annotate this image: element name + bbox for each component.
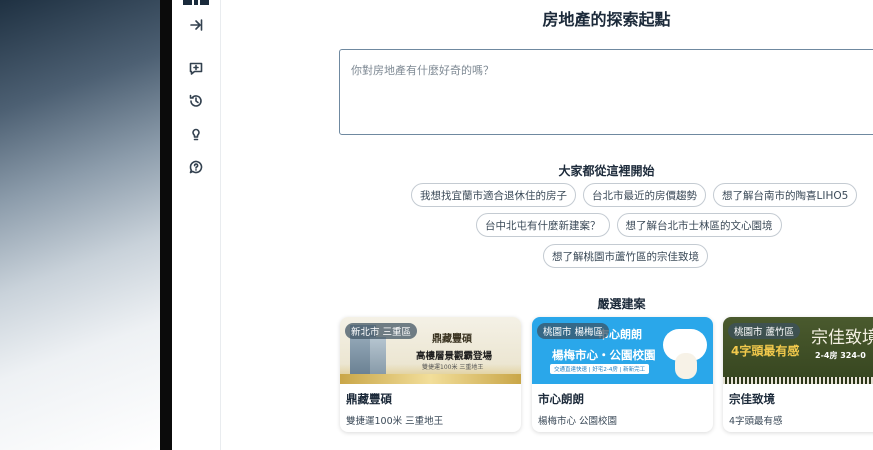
search-input[interactable] xyxy=(339,49,873,135)
location-badge: 新北市 三重區 xyxy=(345,323,418,339)
project-description: 雙捷運100米 三重地王 xyxy=(346,416,444,427)
project-description: 4字頭最有感 xyxy=(729,416,783,427)
expand-sidebar-icon[interactable] xyxy=(185,14,207,36)
project-image: 鼎藏豐碩 高樓層景觀霸登場 雙捷運100米 三重地王 新北市 三重區 xyxy=(340,317,521,384)
banner-headline: 楊梅市心・公園校園 xyxy=(552,348,656,362)
banner-subtext: 交通直達快速 | 好宅2-4房 | 新新完工 xyxy=(550,364,650,374)
featured-title: 嚴選建案 xyxy=(597,297,646,311)
project-description: 楊梅市心 公園校園 xyxy=(538,416,618,427)
banner-brand: 宗佳致境 xyxy=(811,328,873,348)
window-bezel xyxy=(160,0,172,450)
suggestion-chip[interactable]: 我想找宜蘭市適合退休住的房子 xyxy=(411,183,576,207)
suggestion-chip[interactable]: 台北市最近的房價趨勢 xyxy=(583,183,706,207)
suggestion-row: 台中北屯有什麼新建案？ 想了解台北市士林區的文心園境 xyxy=(476,213,782,237)
banner-subtext: 雙捷運100米 三重地王 xyxy=(422,364,484,371)
lightbulb-icon[interactable] xyxy=(185,123,207,145)
project-name: 鼎藏豐碩 xyxy=(346,392,392,406)
project-card[interactable]: 鼎藏豐碩 高樓層景觀霸登場 雙捷運100米 三重地王 新北市 三重區 鼎藏豐碩 … xyxy=(340,317,521,432)
new-chat-icon[interactable] xyxy=(185,57,207,79)
suggestions-title: 大家都從這裡開始 xyxy=(558,164,655,178)
page-title: 房地產的探索起點 xyxy=(542,10,671,29)
location-badge: 桃園市 楊梅區 xyxy=(537,323,610,339)
project-name: 宗佳致境 xyxy=(729,392,775,406)
suggestion-chip[interactable]: 想了解台南市的陶喜LIHO5 xyxy=(713,183,858,207)
desktop-background xyxy=(0,0,160,450)
project-card[interactable]: 市心朗朗 楊梅市心・公園校園 交通直達快速 | 好宅2-4房 | 新新完工 桃園… xyxy=(532,317,713,432)
location-badge: 桃園市 蘆竹區 xyxy=(728,323,801,339)
project-image: 市心朗朗 楊梅市心・公園校園 交通直達快速 | 好宅2-4房 | 新新完工 桃園… xyxy=(532,317,713,384)
suggestion-chip[interactable]: 想了解桃園市蘆竹區的宗佳致境 xyxy=(543,244,708,268)
suggestion-row: 想了解桃園市蘆竹區的宗佳致境 xyxy=(543,244,708,268)
banner-headline: 高樓層景觀霸登場 xyxy=(416,351,493,362)
suggestion-chip[interactable]: 台中北屯有什麼新建案？ xyxy=(476,213,610,237)
mascot-illustration xyxy=(675,353,697,379)
project-name: 市心朗朗 xyxy=(538,392,584,406)
suggestion-row: 我想找宜蘭市適合退休住的房子 台北市最近的房價趨勢 想了解台南市的陶喜LIHO5 xyxy=(411,183,858,207)
project-card[interactable]: 宗佳致境 4字頭最有感 2-4房 324-0 桃園市 蘆竹區 宗佳致境 4字頭最… xyxy=(723,317,873,432)
decorative-strip xyxy=(723,377,873,384)
suggestion-chip[interactable]: 想了解台北市士林區的文心園境 xyxy=(616,213,782,237)
banner-brand: 鼎藏豐碩 xyxy=(432,334,472,345)
history-icon[interactable] xyxy=(185,90,207,112)
banner-headline: 4字頭最有感 xyxy=(731,344,800,358)
banner-subtext: 2-4房 324-0 xyxy=(815,351,866,360)
logo-mark[interactable] xyxy=(183,0,209,5)
help-icon[interactable] xyxy=(185,156,207,178)
project-image: 宗佳致境 4字頭最有感 2-4房 324-0 桃園市 蘆竹區 xyxy=(723,317,873,384)
gold-stripe xyxy=(340,374,521,384)
